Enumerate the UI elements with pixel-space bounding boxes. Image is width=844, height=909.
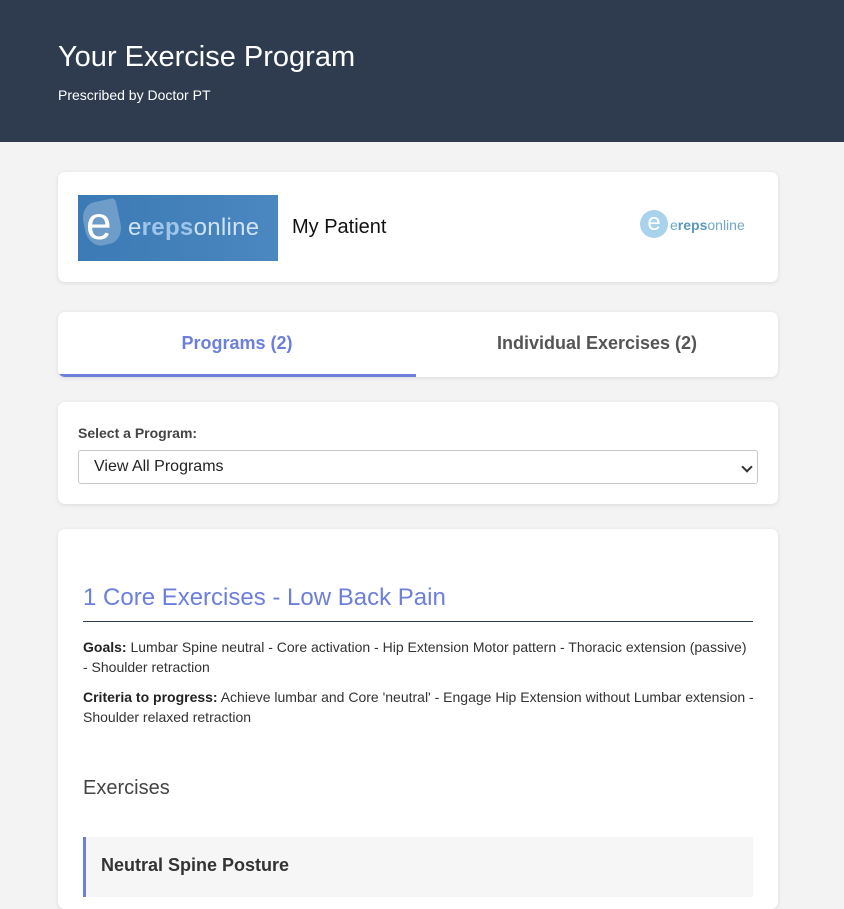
erepsonline-brand-logo: e erepsonline xyxy=(640,210,756,238)
clinic-logo: e erepsonline xyxy=(78,195,278,261)
program-select-card: Select a Program: View All Programs xyxy=(58,402,778,504)
tab-bar: Programs (2) Individual Exercises (2) xyxy=(58,312,778,377)
program-goals: Goals: Lumbar Spine neutral - Core activ… xyxy=(83,637,755,677)
tab-programs[interactable]: Programs (2) xyxy=(58,312,416,377)
exercises-heading: Exercises xyxy=(83,777,170,799)
brand-wordmark: erepsonline xyxy=(670,217,745,233)
page-subtitle: Prescribed by Doctor PT xyxy=(58,87,211,103)
program-criteria: Criteria to progress: Achieve lumbar and… xyxy=(83,687,755,727)
program-title: 1 Core Exercises - Low Back Pain xyxy=(83,584,753,622)
goals-text: Lumbar Spine neutral - Core activation -… xyxy=(83,639,747,675)
exercise-name: Neutral Spine Posture xyxy=(101,855,290,875)
patient-card: e erepsonline My Patient e erepsonline xyxy=(58,172,778,282)
program-select-value: View All Programs xyxy=(94,458,224,475)
brand-e-icon: e xyxy=(640,210,668,238)
goals-label: Goals: xyxy=(83,639,127,655)
exercise-item[interactable]: Neutral Spine Posture xyxy=(83,837,753,897)
logo-wordmark: erepsonline xyxy=(128,214,260,241)
criteria-label: Criteria to progress: xyxy=(83,689,218,705)
chevron-down-icon xyxy=(741,461,753,473)
tab-individual-exercises[interactable]: Individual Exercises (2) xyxy=(416,312,778,377)
logo-e-glyph: e xyxy=(86,197,112,249)
page-header: Your Exercise Program Prescribed by Doct… xyxy=(0,0,844,142)
program-select[interactable]: View All Programs xyxy=(78,450,758,484)
program-card: 1 Core Exercises - Low Back Pain Goals: … xyxy=(58,529,778,909)
patient-name: My Patient xyxy=(292,216,387,238)
program-select-label: Select a Program: xyxy=(78,425,198,441)
page-title: Your Exercise Program xyxy=(58,41,356,73)
